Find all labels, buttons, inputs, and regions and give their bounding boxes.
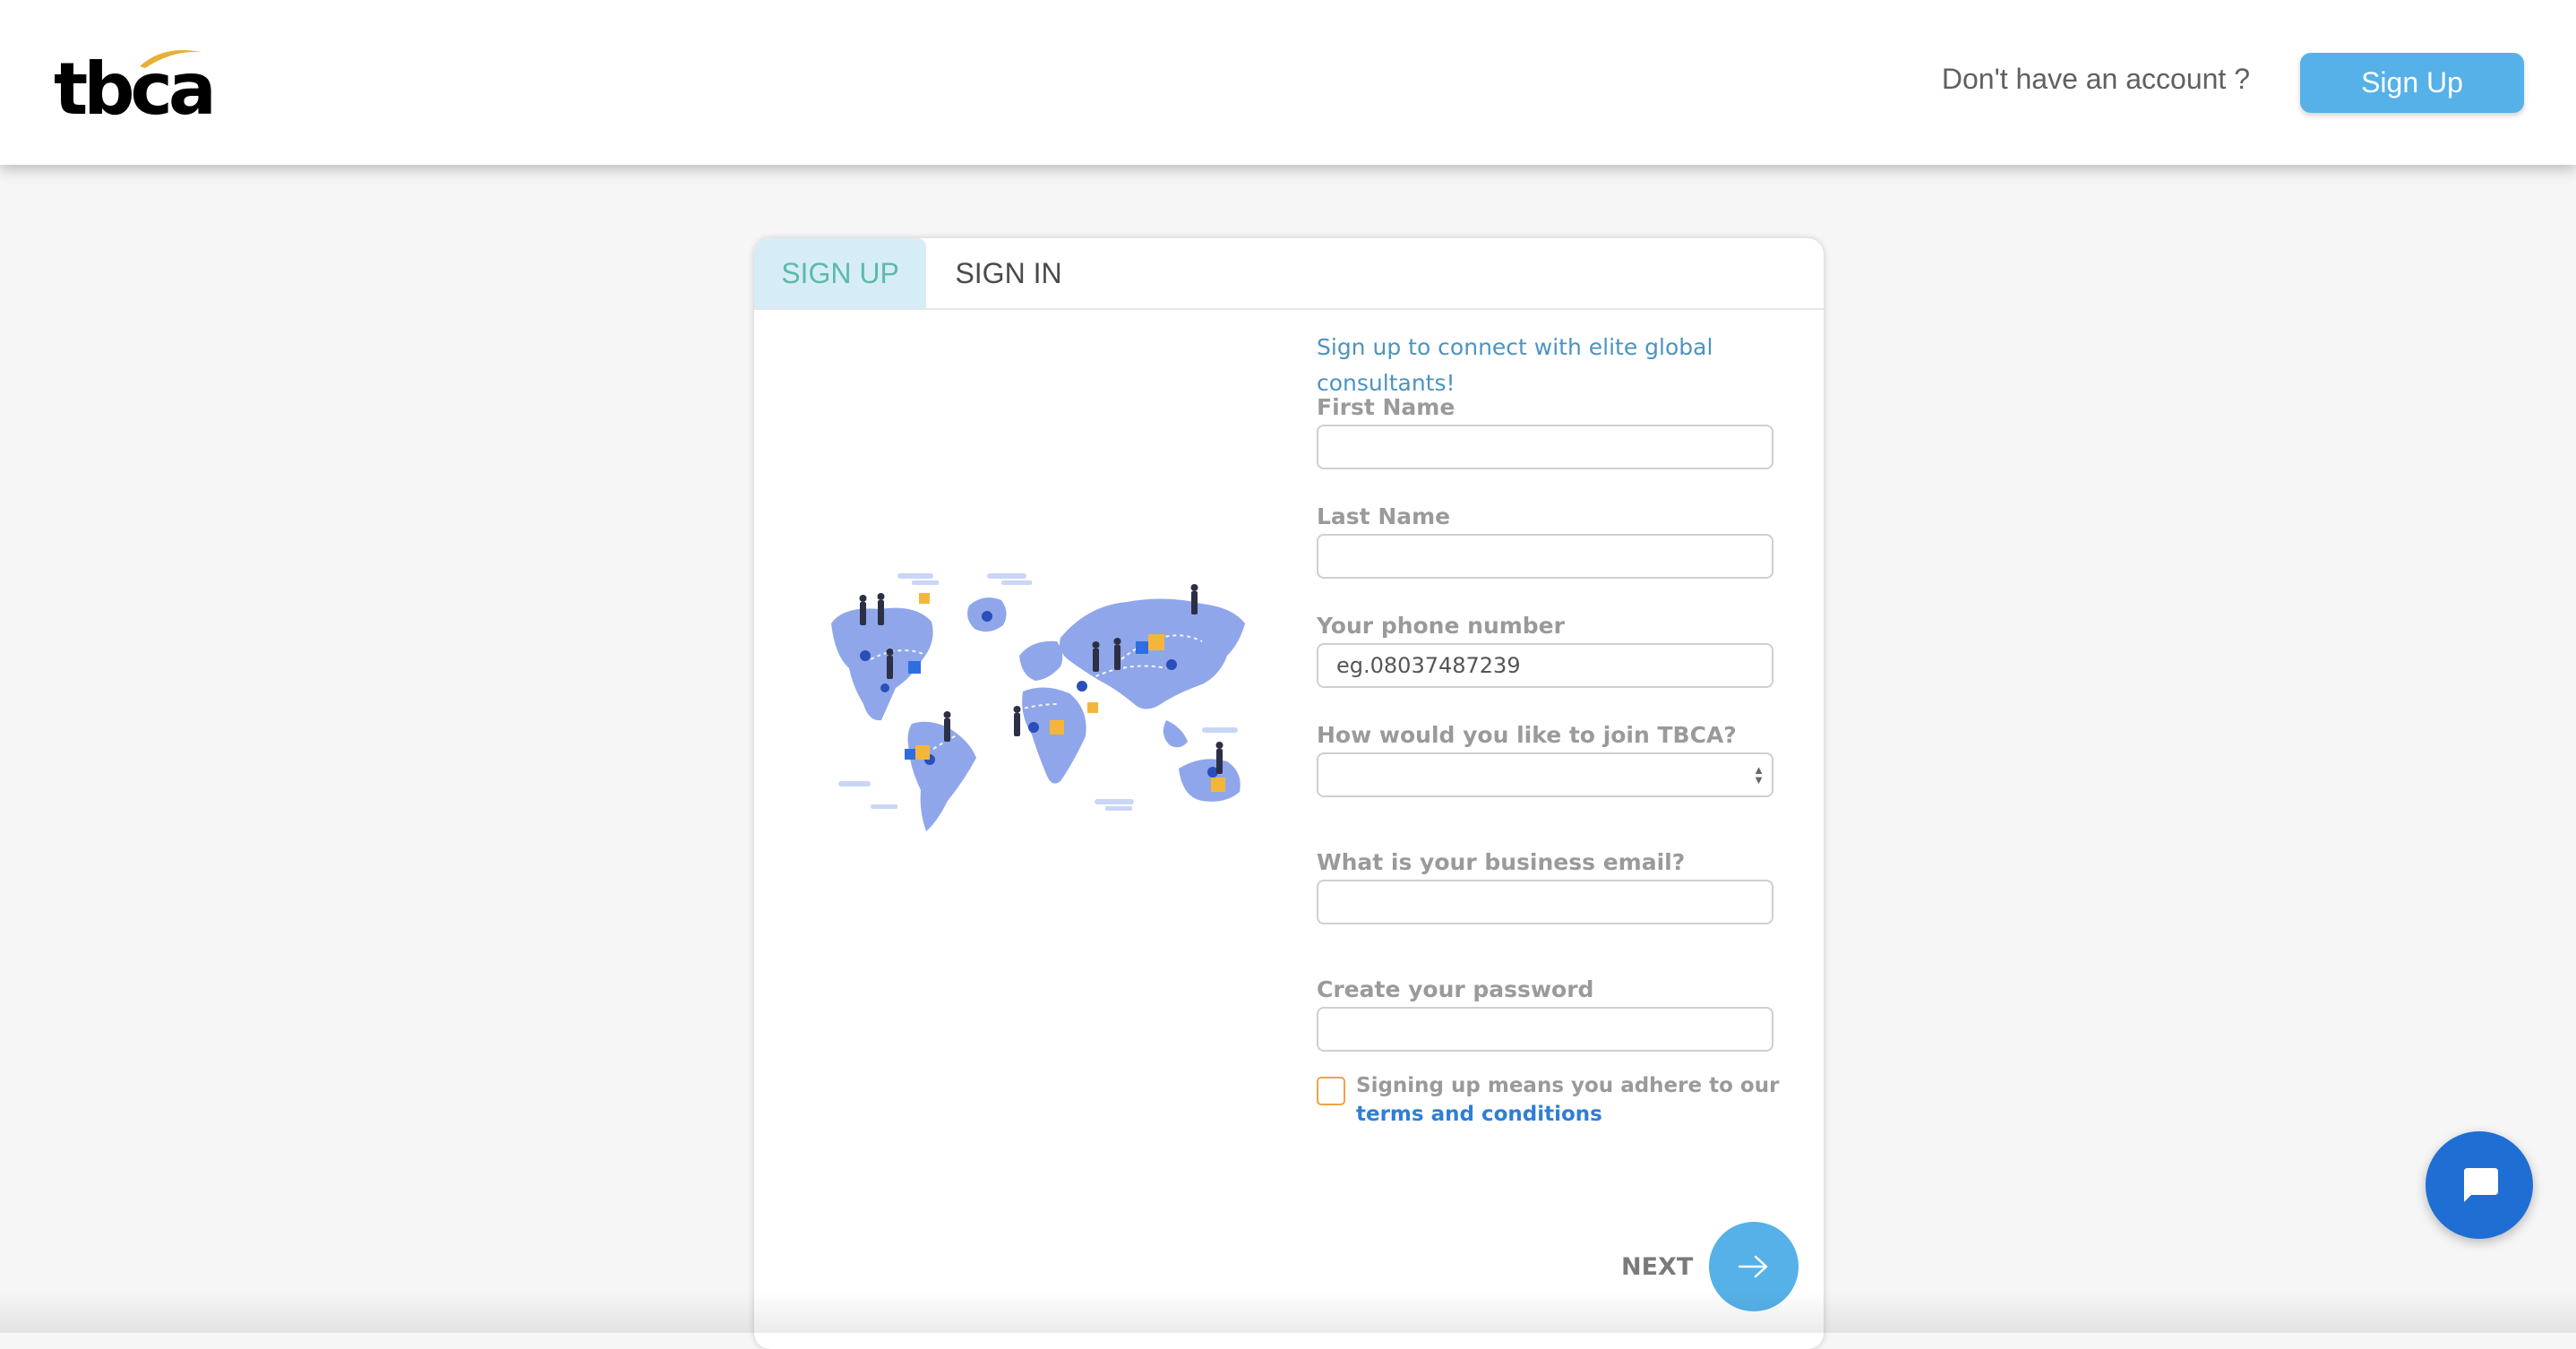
next-button[interactable] xyxy=(1709,1222,1799,1311)
tab-sign-up[interactable]: SIGN UP xyxy=(754,238,926,308)
join-type-label: How would you like to join TBCA? xyxy=(1317,722,1737,748)
last-name-label: Last Name xyxy=(1317,503,1451,529)
chat-button[interactable] xyxy=(2426,1131,2533,1239)
first-name-label: First Name xyxy=(1317,394,1455,420)
last-name-input[interactable] xyxy=(1317,534,1773,579)
next-label: NEXT xyxy=(1621,1253,1694,1281)
chat-bubble-icon xyxy=(2464,1168,2498,1202)
world-map-illustration xyxy=(831,573,1245,831)
phone-input[interactable] xyxy=(1317,643,1773,688)
auth-tabs: SIGN UP SIGN IN xyxy=(754,238,1824,310)
business-email-label: What is your business email? xyxy=(1317,849,1686,875)
password-input[interactable] xyxy=(1317,1007,1773,1052)
top-navbar: tbca Don't have an account ? Sign Up xyxy=(0,0,2576,165)
terms-checkbox[interactable] xyxy=(1317,1077,1345,1105)
tbca-logo[interactable]: tbca xyxy=(54,43,217,125)
header-signup-button[interactable]: Sign Up xyxy=(2300,53,2524,113)
account-prompt: Don't have an account ? xyxy=(1941,63,2250,95)
terms-prefix: Signing up means you adhere to our xyxy=(1356,1074,1780,1097)
terms-text: Signing up means you adhere to our terms… xyxy=(1356,1071,1822,1129)
logo-text: tbca xyxy=(54,47,217,131)
select-arrows-icon: ▲ ▼ xyxy=(1753,763,1765,786)
form-tagline: Sign up to connect with elite global con… xyxy=(1317,334,1713,396)
tab-sign-in[interactable]: SIGN IN xyxy=(926,238,1091,308)
arrow-right-icon xyxy=(1738,1255,1768,1278)
first-name-input[interactable] xyxy=(1317,425,1773,469)
phone-label: Your phone number xyxy=(1317,613,1565,639)
join-type-select[interactable]: ▲ ▼ xyxy=(1317,752,1773,797)
continents xyxy=(831,597,1245,831)
password-label: Create your password xyxy=(1317,976,1594,1002)
business-email-input[interactable] xyxy=(1317,880,1773,924)
terms-link[interactable]: terms and conditions xyxy=(1356,1103,1602,1126)
auth-card: SIGN UP SIGN IN Sign up to connect with … xyxy=(754,238,1824,1349)
